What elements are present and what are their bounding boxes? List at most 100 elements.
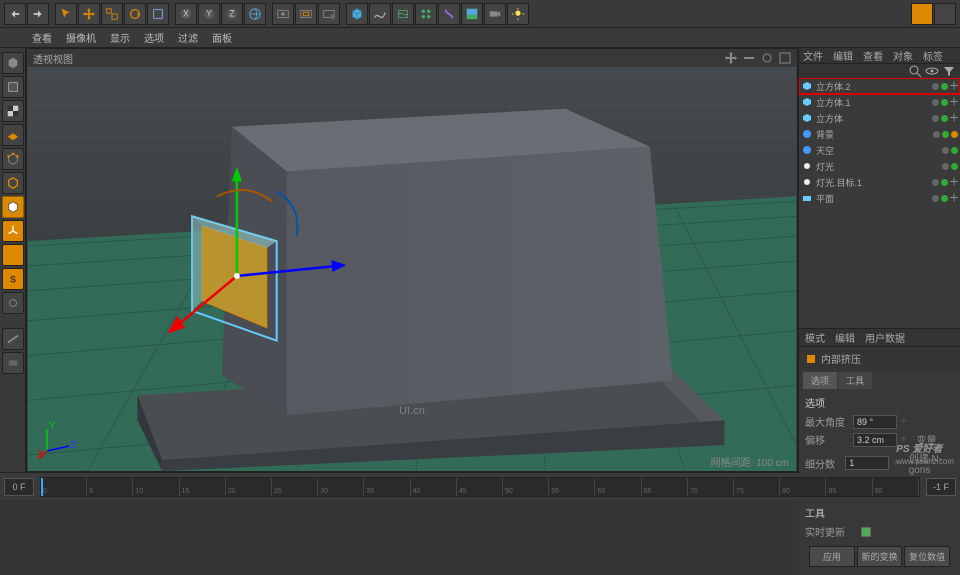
frame-end[interactable]: -1 F xyxy=(926,478,956,496)
om-menu-view[interactable]: 查看 xyxy=(863,48,883,63)
om-menu-edit[interactable]: 编辑 xyxy=(833,48,853,63)
viewport-solo[interactable] xyxy=(2,244,24,266)
menu-view[interactable]: 查看 xyxy=(32,30,52,45)
layout-menu[interactable] xyxy=(934,3,956,25)
texture-mode[interactable] xyxy=(2,100,24,122)
viewport-3d[interactable]: UI.cn Y Z X 网格间距: 100 cm xyxy=(27,67,797,471)
attr-row-maxangle: 最大角度 ÷ xyxy=(805,414,954,429)
svg-text:X: X xyxy=(37,449,44,460)
redo-button[interactable] xyxy=(27,3,49,25)
playhead[interactable] xyxy=(41,478,43,496)
object-row[interactable]: 灯光.目标.1 xyxy=(799,174,960,190)
nurbs-button[interactable] xyxy=(392,3,414,25)
om-menu-file[interactable]: 文件 xyxy=(803,48,823,63)
maxangle-input[interactable] xyxy=(853,415,897,429)
om-eye-icon[interactable] xyxy=(925,64,939,78)
attr-menu: 模式 编辑 用户数据 xyxy=(799,329,960,347)
object-row[interactable]: 灯光 xyxy=(799,158,960,174)
object-manager[interactable]: 立方体.2 立方体.1 立方体 背景 天空 xyxy=(799,78,960,328)
deformer-button[interactable] xyxy=(438,3,460,25)
render-button[interactable] xyxy=(272,3,294,25)
workplane-mode[interactable] xyxy=(2,124,24,146)
section-tool-title: 工具 xyxy=(805,505,954,520)
vp-nav-move-icon[interactable] xyxy=(725,52,737,64)
subtab-tool[interactable]: 工具 xyxy=(838,372,872,389)
attr-tab-user[interactable]: 用户数据 xyxy=(865,330,905,345)
object-row[interactable]: 平面 xyxy=(799,190,960,206)
attr-row-subdiv: 细分数 ÷ 创建 N-gons xyxy=(805,450,954,476)
axis-mode[interactable] xyxy=(2,220,24,242)
spline-button[interactable] xyxy=(369,3,391,25)
environment-button[interactable] xyxy=(461,3,483,25)
timeline-track[interactable]: 05 1015 2025 3035 4045 5055 6065 7075 80… xyxy=(40,477,920,497)
menu-filter[interactable]: 过滤 xyxy=(178,30,198,45)
new-transform-button[interactable]: 新的变换 xyxy=(857,546,903,567)
render-settings-button[interactable] xyxy=(318,3,340,25)
svg-text:Y: Y xyxy=(206,8,212,18)
object-row[interactable]: 立方体.1 xyxy=(799,94,960,110)
viewport-status: 网格间距: 100 cm xyxy=(711,454,789,469)
right-panel: 文件 编辑 查看 对象 标签 立方体.2 立方体.1 立方体 xyxy=(798,48,960,472)
undo-button[interactable] xyxy=(4,3,26,25)
object-row[interactable]: 天空 xyxy=(799,142,960,158)
subdiv-input[interactable] xyxy=(845,456,889,470)
snap-settings[interactable] xyxy=(2,292,24,314)
object-row[interactable]: 立方体 xyxy=(799,110,960,126)
vp-nav-rotate-icon[interactable] xyxy=(761,52,773,64)
point-mode[interactable] xyxy=(2,148,24,170)
viewport-menubar: 查看 摄像机 显示 选项 过滤 面板 xyxy=(0,28,960,48)
svg-text:S: S xyxy=(10,275,16,285)
vp-nav-zoom-icon[interactable] xyxy=(743,52,755,64)
menu-display[interactable]: 显示 xyxy=(110,30,130,45)
reset-button[interactable]: 复位数值 xyxy=(904,546,950,567)
camera-button[interactable] xyxy=(484,3,506,25)
svg-text:Z: Z xyxy=(70,440,76,451)
section-options-title: 选项 xyxy=(805,395,954,410)
om-filter-icon[interactable] xyxy=(942,64,956,78)
layout-button[interactable] xyxy=(911,3,933,25)
edge-mode[interactable] xyxy=(2,172,24,194)
menu-camera[interactable]: 摄像机 xyxy=(66,30,96,45)
om-menu-tags[interactable]: 标签 xyxy=(923,48,943,63)
make-editable-button[interactable] xyxy=(2,52,24,74)
attr-tab-edit[interactable]: 编辑 xyxy=(835,330,855,345)
object-row[interactable]: 背景 xyxy=(799,126,960,142)
axis-y-button[interactable]: Y xyxy=(198,3,220,25)
corner-axis-icon: Y Z X xyxy=(37,421,77,461)
menu-options[interactable]: 选项 xyxy=(144,30,164,45)
render-region-button[interactable] xyxy=(295,3,317,25)
om-search-icon[interactable] xyxy=(908,64,922,78)
menu-panel[interactable]: 面板 xyxy=(212,30,232,45)
extra-tool-1[interactable] xyxy=(2,328,24,350)
last-tool[interactable] xyxy=(147,3,169,25)
light-button[interactable] xyxy=(507,3,529,25)
om-menu-object[interactable]: 对象 xyxy=(893,48,913,63)
frame-start[interactable]: 0 F xyxy=(4,478,34,496)
cube-primitive[interactable] xyxy=(346,3,368,25)
scale-tool[interactable] xyxy=(101,3,123,25)
offset-input[interactable] xyxy=(853,433,897,447)
attr-tab-mode[interactable]: 模式 xyxy=(805,330,825,345)
cube-icon xyxy=(801,112,813,124)
select-tool[interactable] xyxy=(55,3,77,25)
rotate-tool[interactable] xyxy=(124,3,146,25)
subtab-options[interactable]: 选项 xyxy=(803,372,837,389)
snap-button[interactable]: S xyxy=(2,268,24,290)
vp-maximize-icon[interactable] xyxy=(779,52,791,64)
object-manager-icons xyxy=(799,64,960,78)
coord-system-button[interactable] xyxy=(244,3,266,25)
svg-text:Z: Z xyxy=(229,8,235,18)
axis-x-button[interactable]: X xyxy=(175,3,197,25)
extra-tool-2[interactable] xyxy=(2,352,24,374)
axis-z-button[interactable]: Z xyxy=(221,3,243,25)
polygon-mode[interactable] xyxy=(2,196,24,218)
object-row[interactable]: 立方体.2 xyxy=(799,78,960,94)
model-mode[interactable] xyxy=(2,76,24,98)
apply-button[interactable]: 应用 xyxy=(809,546,855,567)
realtime-checkbox[interactable] xyxy=(861,527,871,537)
attr-row-offset: 偏移 ÷ 变量 xyxy=(805,432,954,447)
array-button[interactable] xyxy=(415,3,437,25)
svg-text:Y: Y xyxy=(49,421,56,432)
move-tool[interactable] xyxy=(78,3,100,25)
left-toolbar: S xyxy=(0,48,26,472)
